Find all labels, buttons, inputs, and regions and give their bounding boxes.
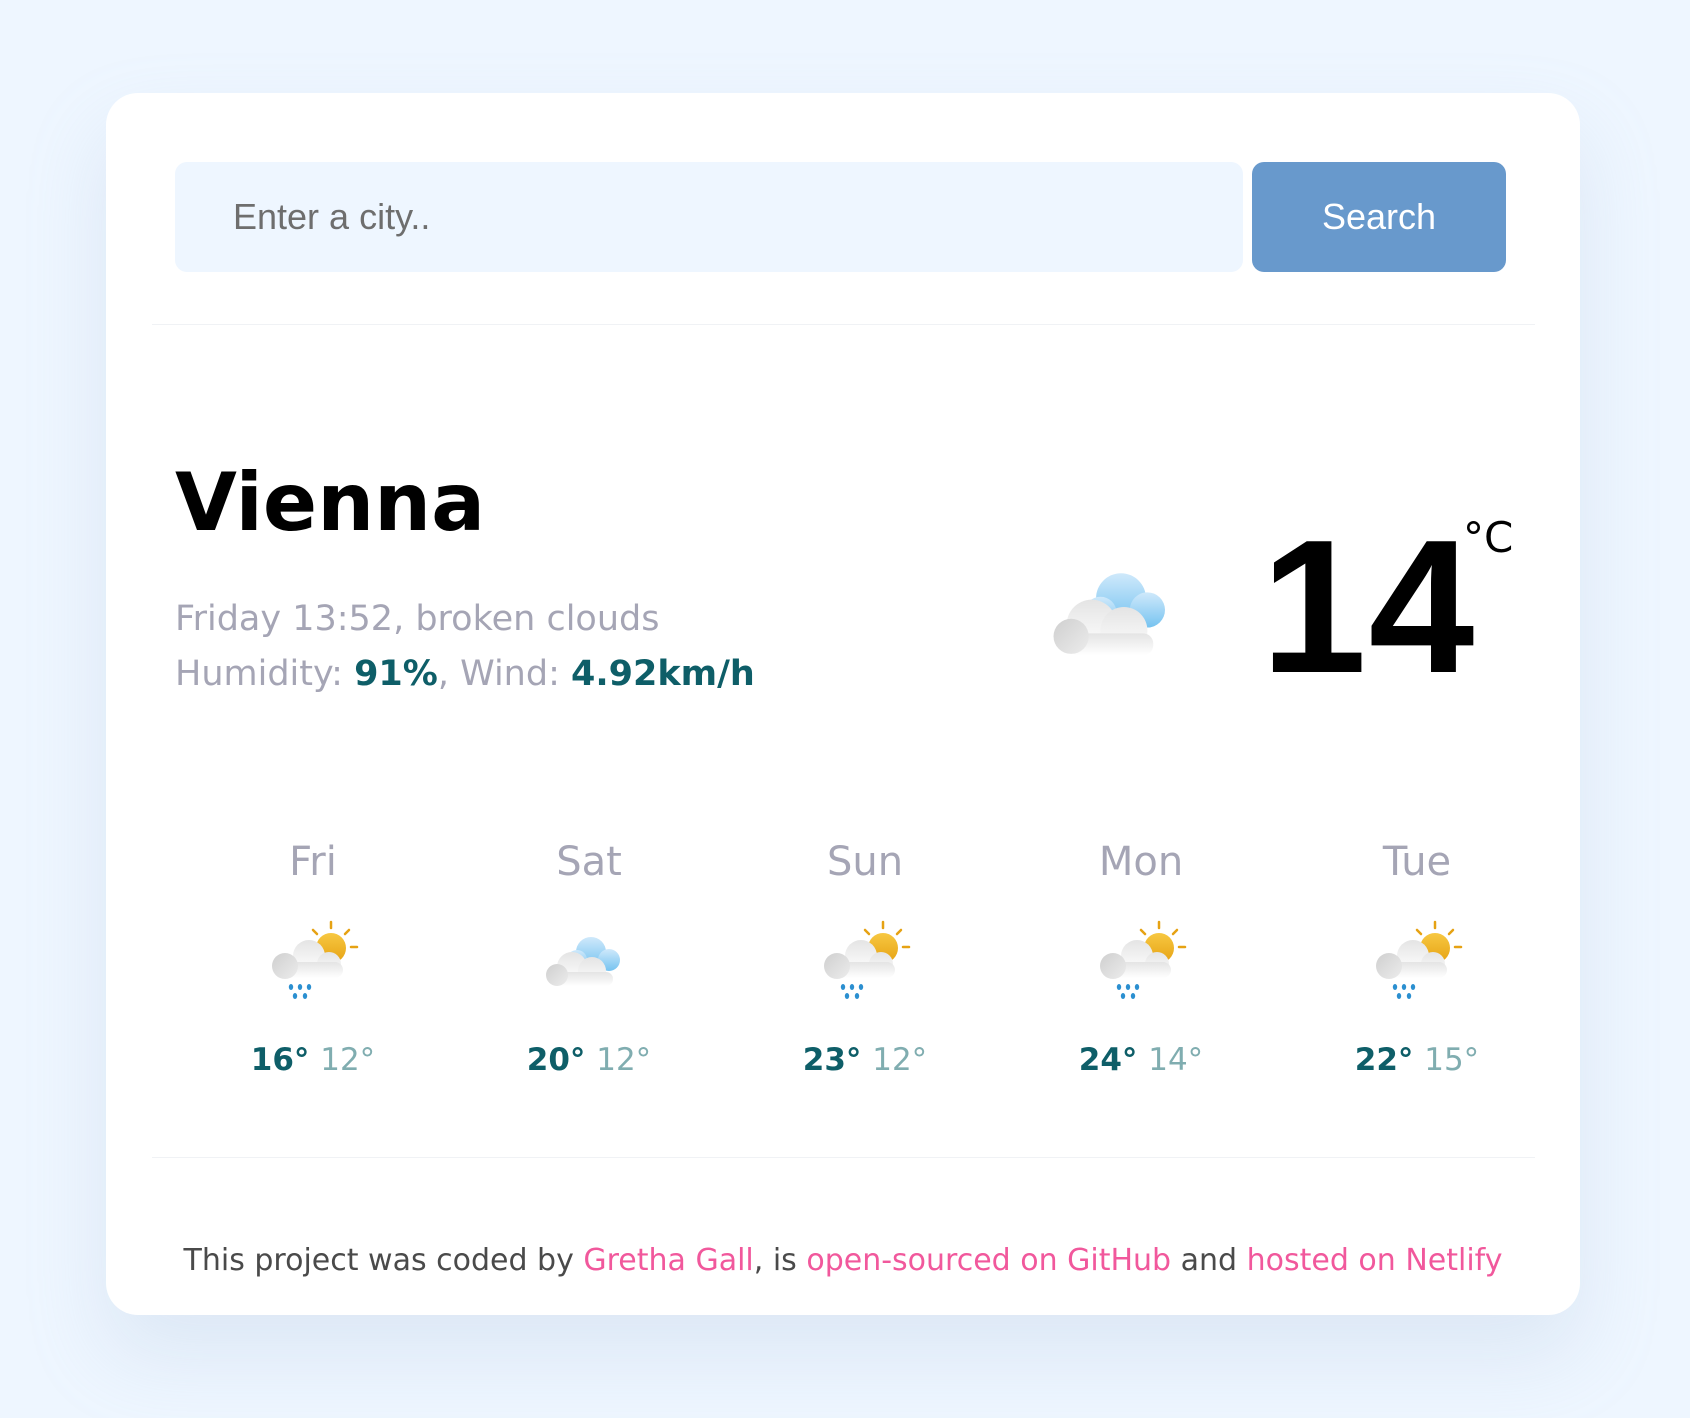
forecast-max-temp: 20° [526,1042,586,1078]
footer-and: and [1171,1243,1247,1278]
forecast-min-temp: 12° [872,1042,928,1078]
forecast-temps: 22° 15° [1279,1040,1555,1080]
bottom-divider [152,1157,1535,1158]
forecast-day: Fri 16° 12° [175,835,451,1080]
forecast-day-name: Mon [1098,839,1184,885]
forecast-day-name: Fri [289,839,337,885]
forecast-day: Tue 22° 15° [1279,835,1555,1080]
forecast-temps: 24° 14° [1003,1040,1279,1080]
city-search-input[interactable] [175,162,1243,272]
footer-middle: , is [753,1243,807,1278]
wind-value: 4.92km/h [571,654,755,694]
netlify-link[interactable]: hosted on Netlify [1247,1243,1503,1278]
temperature-unit: °C [1463,513,1514,562]
broken-clouds-icon [546,937,620,986]
footer-prefix: This project was coded by [183,1243,584,1278]
forecast-min-temp: 14° [1148,1042,1204,1078]
sun-cloud-rain-icon [1100,920,1187,999]
forecast-day: Sat 20° 12° [451,835,727,1080]
forecast-day: Sun 23° 12° [727,835,1003,1080]
weather-card: Search Vienna Friday 13:52, broken cloud… [106,93,1580,1315]
forecast-temps: 16° 12° [175,1040,451,1080]
forecast-temps: 20° 12° [451,1040,727,1080]
author-link[interactable]: Gretha Gall [583,1243,753,1278]
weather-description: broken clouds [415,599,660,639]
humidity-value: 91% [354,654,438,694]
forecast-day: Mon 24° 14° [1003,835,1279,1080]
date-description-line: Friday 13:52, broken clouds [175,599,660,639]
sun-cloud-rain-icon [1376,920,1463,999]
forecast-temps: 23° 12° [727,1040,1003,1080]
github-link[interactable]: open-sourced on GitHub [806,1243,1171,1278]
forecast: Fri 16° 12° Sat 20° 12° Sun 23° 12° Mon … [175,835,1558,1095]
forecast-day-name: Sun [826,839,904,885]
broken-clouds-icon [1053,573,1165,656]
wind-label: Wind: [460,654,572,694]
forecast-max-temp: 23° [802,1042,862,1078]
humidity-label: Humidity: [175,654,355,694]
forecast-max-temp: 16° [250,1042,310,1078]
forecast-day-name: Tue [1382,839,1452,885]
current-details: Friday 13:52, broken clouds Humidity: 91… [175,592,755,702]
sun-cloud-rain-icon [824,920,911,999]
forecast-day-name: Sat [556,839,622,885]
forecast-max-temp: 24° [1078,1042,1138,1078]
current-temperature: 14 [1261,501,1477,713]
current-datetime: Friday 13:52 [175,599,394,639]
forecast-max-temp: 22° [1354,1042,1414,1078]
forecast-min-temp: 15° [1424,1042,1480,1078]
forecast-min-temp: 12° [596,1042,652,1078]
humidity-wind-line: Humidity: 91%, Wind: 4.92km/h [175,654,755,694]
search-button[interactable]: Search [1252,162,1506,272]
top-divider [152,324,1535,325]
search-form: Search [175,162,1506,272]
footer: This project was coded by Gretha Gall, i… [106,1243,1580,1278]
city-name: Vienna [175,456,486,549]
forecast-min-temp: 12° [320,1042,376,1078]
sun-cloud-rain-icon [272,920,359,999]
